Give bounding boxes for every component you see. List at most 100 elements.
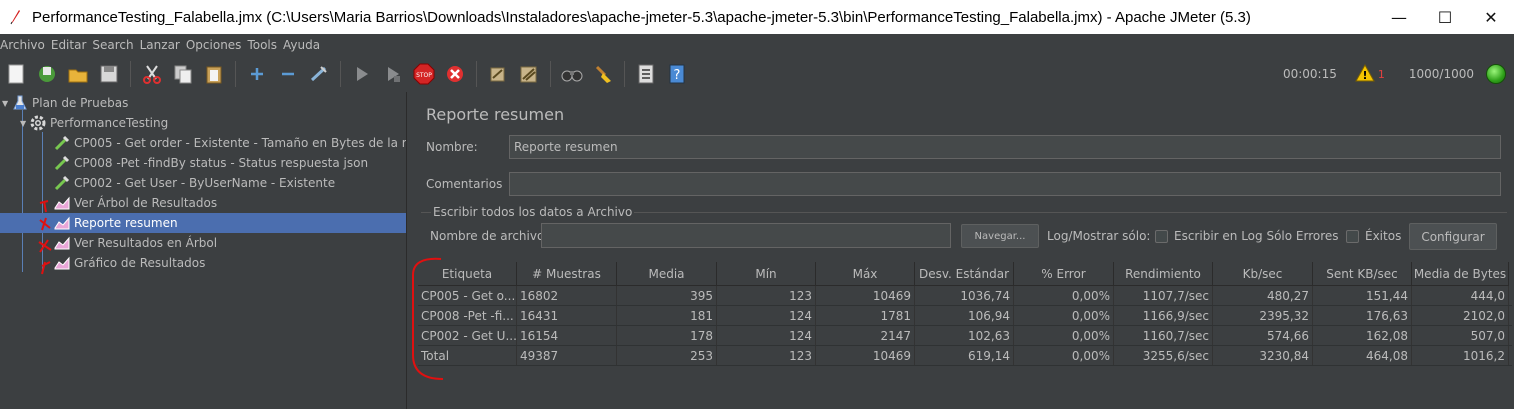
tree-item-view-results-tree[interactable]: Ver Árbol de Resultados [0,193,406,213]
cell-min: 123 [717,286,816,305]
browse-button[interactable]: Navegar... [961,224,1039,248]
maximize-button[interactable]: ☐ [1422,0,1468,34]
cell-throughput: 1166,9/sec [1114,306,1213,325]
cell-error: 0,00% [1014,346,1114,365]
header-min[interactable]: Mín [717,262,816,286]
search-binoculars-icon[interactable] [560,62,584,86]
open-folder-icon[interactable] [66,62,90,86]
table-row[interactable]: CP005 - Get o... 16802 395 123 10469 103… [418,286,1512,306]
cell-max: 10469 [816,346,915,365]
errors-checkbox[interactable] [1155,230,1168,243]
configure-button[interactable]: Configurar [1409,223,1497,250]
tree-item-cp008[interactable]: CP008 -Pet -findBy status - Status respu… [0,153,406,173]
table-row[interactable]: CP002 - Get U... 16154 178 124 2147 102,… [418,326,1512,346]
expand-icon[interactable] [245,62,269,86]
cell-stddev: 106,94 [915,306,1014,325]
cell-stddev: 1036,74 [915,286,1014,305]
table-row-total[interactable]: Total 49387 253 123 10469 619,14 0,00% 3… [418,346,1512,366]
success-checkbox[interactable] [1346,230,1359,243]
cell-kb-sec: 3230,84 [1213,346,1313,365]
new-file-icon[interactable] [4,62,28,86]
function-helper-icon[interactable] [634,62,658,86]
cell-avg: 181 [617,306,717,325]
tree-item-thread-group[interactable]: ▼ PerformanceTesting [0,113,406,133]
table-row[interactable]: CP008 -Pet -fi... 16431 181 124 1781 106… [418,306,1512,326]
tree-item-label: Gráfico de Resultados [74,256,206,270]
collapse-arrow-icon[interactable]: ▼ [2,99,12,108]
header-desv-estandar[interactable]: Desv. Estándar [915,262,1014,286]
header-sent-kb-sec[interactable]: Sent KB/sec [1313,262,1412,286]
cell-min: 124 [717,306,816,325]
collapse-icon[interactable] [276,62,300,86]
stop-icon[interactable]: STOP [412,62,436,86]
tree-item-test-plan[interactable]: ▼ Plan de Pruebas [0,93,406,113]
reset-search-broom-icon[interactable] [591,62,615,86]
menu-lanzar[interactable]: Lanzar [137,38,183,52]
comments-field[interactable] [509,172,1501,196]
toggle-icon[interactable] [307,62,331,86]
copy-icon[interactable] [171,62,195,86]
menu-ayuda[interactable]: Ayuda [280,38,323,52]
header-rendimiento[interactable]: Rendimiento [1114,262,1213,286]
jmeter-feather-icon [8,9,22,25]
tree-item-view-results-in-tree[interactable]: Ver Resultados en Árbol [0,233,406,253]
tree-item-label: Ver Resultados en Árbol [74,236,218,250]
header-error[interactable]: % Error [1014,262,1114,286]
cell-sent-kb-sec: 151,44 [1313,286,1412,305]
cell-max: 10469 [816,286,915,305]
cut-icon[interactable] [140,62,164,86]
menu-search[interactable]: Search [89,38,136,52]
test-plan-icon [12,95,28,111]
sampler-pipette-icon [54,155,70,171]
cell-error: 0,00% [1014,326,1114,345]
cell-avg-bytes: 1016,2 [1412,346,1509,365]
templates-icon[interactable] [35,62,59,86]
sampler-pipette-icon [54,135,70,151]
start-no-pauses-icon[interactable] [381,62,405,86]
cell-error: 0,00% [1014,306,1114,325]
cell-sent-kb-sec: 464,08 [1313,346,1412,365]
panel-title: Reporte resumen [426,105,565,124]
clear-icon[interactable] [486,62,510,86]
clear-all-icon[interactable] [517,62,541,86]
menu-opciones[interactable]: Opciones [183,38,245,52]
close-button[interactable]: ✕ [1468,0,1514,34]
sampler-pipette-icon [54,175,70,191]
elapsed-timer: 00:00:15 [1282,67,1337,81]
menu-editar[interactable]: Editar [48,38,90,52]
start-icon[interactable] [350,62,374,86]
help-icon[interactable]: ? [665,62,689,86]
file-group-title: Escribir todos los datos a Archivo [431,205,635,219]
cell-samples: 49387 [517,346,617,365]
summary-table: Etiqueta # Muestras Media Mín Máx Desv. … [418,262,1512,366]
comments-label: Comentarios [426,177,503,191]
save-icon[interactable] [97,62,121,86]
filename-field[interactable] [541,223,951,248]
header-muestras[interactable]: # Muestras [517,262,617,286]
tree-item-cp002[interactable]: CP002 - Get User - ByUserName - Existent… [0,173,406,193]
menu-tools[interactable]: Tools [244,38,280,52]
running-status-icon [1486,64,1506,84]
cell-max: 1781 [816,306,915,325]
minimize-button[interactable]: — [1376,0,1422,34]
red-bracket-annotation [412,257,444,380]
name-field[interactable]: Reporte resumen [509,135,1501,159]
tree-item-cp005[interactable]: CP005 - Get order - Existente - Tamaño e… [0,133,406,153]
shutdown-icon[interactable] [443,62,467,86]
collapse-arrow-icon[interactable]: ▼ [20,119,30,128]
header-media[interactable]: Media [617,262,717,286]
errors-checkbox-label: Escribir en Log Sólo Errores [1174,229,1339,243]
tree-item-summary-report[interactable]: Reporte resumen [0,213,406,233]
header-max[interactable]: Máx [816,262,915,286]
error-log-indicator[interactable]: ! 1 [1355,63,1385,85]
menu-archivo[interactable]: Archivo [0,38,48,52]
cell-samples: 16154 [517,326,617,345]
tree-item-graph-results[interactable]: Gráfico de Resultados [0,253,406,273]
svg-text:!: ! [1362,69,1367,82]
cell-sent-kb-sec: 162,08 [1313,326,1412,345]
cell-min: 124 [717,326,816,345]
header-kb-sec[interactable]: Kb/sec [1213,262,1313,286]
header-media-bytes[interactable]: Media de Bytes [1412,262,1509,286]
paste-icon[interactable] [202,62,226,86]
cell-sent-kb-sec: 176,63 [1313,306,1412,325]
